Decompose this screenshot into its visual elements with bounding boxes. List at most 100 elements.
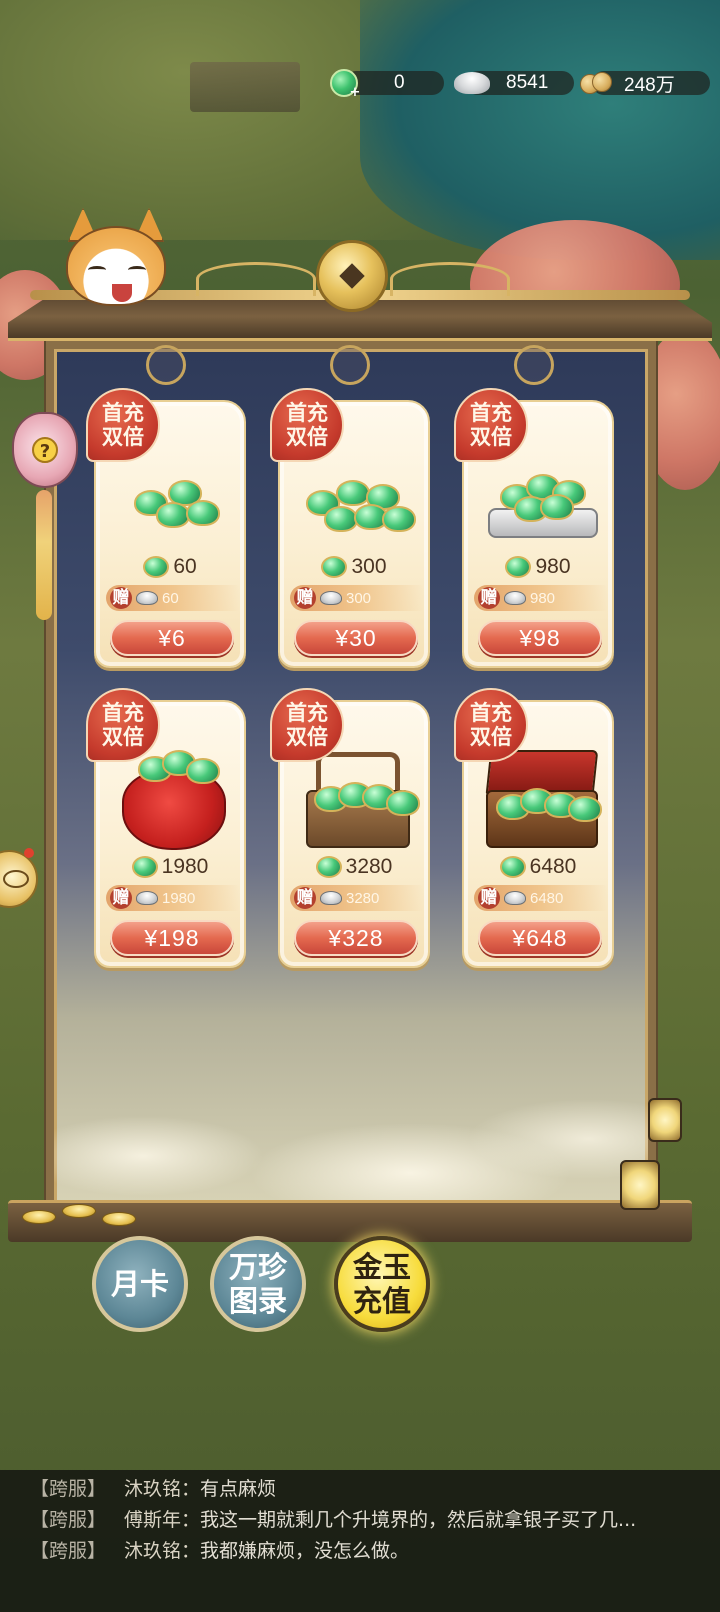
jade-gem-icon xyxy=(321,556,348,578)
lantern-icon xyxy=(620,1160,660,1210)
chat-message: 【跨服】 沐玖铭：有点麻烦 xyxy=(30,1478,277,1500)
silver-ingot-icon xyxy=(504,891,526,905)
bonus-label: 赠 xyxy=(478,887,500,909)
jade-amount: 0 xyxy=(394,72,405,93)
bonus-row: 赠 1980 xyxy=(106,885,240,911)
badge-line-2: 双倍 xyxy=(470,725,512,749)
chat-text: 我这一期就剩几个升境界的，然后就拿银子买了几... xyxy=(200,1509,637,1531)
bonus-label: 赠 xyxy=(294,587,316,609)
bonus-row: 赠 3280 xyxy=(290,885,424,911)
bonus-amount: 980 xyxy=(530,589,556,607)
roof-scroll-ornament xyxy=(390,262,510,296)
tab-jade-recharge-label: 金玉充值 xyxy=(352,1250,411,1318)
first-charge-double-badge: 首充 双倍 xyxy=(86,688,160,762)
price-button[interactable]: ¥6 xyxy=(110,620,234,656)
jade-gem-icon xyxy=(156,502,190,528)
cat-mascot xyxy=(58,208,176,318)
jade-pack-art xyxy=(296,450,416,550)
badge-line-2: 双倍 xyxy=(470,425,512,449)
silver-amount: 8541 xyxy=(506,72,549,93)
chat-sender[interactable]: 沐玖铭 xyxy=(124,1540,181,1562)
card-hanger-ornament xyxy=(330,345,370,385)
jade-amount: 6480 xyxy=(529,855,577,878)
mystery-pouch-button[interactable]: ? xyxy=(12,412,78,488)
bonus-row: 赠 300 xyxy=(290,585,424,611)
chat-message: 【跨服】 沐玖铭：我都嫌麻烦，没怎么做。 xyxy=(30,1540,410,1562)
badge-line-2: 双倍 xyxy=(286,425,328,449)
tab-monthly-card[interactable]: 月卡 xyxy=(92,1236,188,1332)
lantern-icon xyxy=(648,1098,682,1142)
jade-amount: 980 xyxy=(535,555,571,578)
copper-coins-icon xyxy=(580,72,616,94)
chat-bubble-icon[interactable] xyxy=(0,850,38,908)
recharge-card[interactable]: 首充 双倍 60 赠 60 ¥6 xyxy=(86,388,246,668)
roof-scroll-ornament xyxy=(196,262,316,296)
bonus-label: 赠 xyxy=(110,587,132,609)
first-charge-double-badge: 首充 双倍 xyxy=(270,388,344,462)
first-charge-double-badge: 首充 双倍 xyxy=(270,688,344,762)
jade-gem-icon xyxy=(540,494,574,520)
jade-amount-row: 60 xyxy=(96,552,244,582)
coin-currency: 248万 xyxy=(580,66,710,100)
gold-coin-crest-icon xyxy=(316,240,388,312)
jade-currency[interactable]: + 0 xyxy=(330,66,444,100)
tab-jade-recharge[interactable]: 金玉充值 xyxy=(334,1236,430,1332)
recharge-card[interactable]: 首充 双倍 300 赠 300 ¥30 xyxy=(270,388,430,668)
coin-pile-decoration xyxy=(22,1200,152,1226)
bonus-row: 赠 980 xyxy=(474,585,608,611)
silver-currency: 8541 xyxy=(454,66,574,100)
recharge-card[interactable]: 首充 双倍 980 赠 980 ¥98 xyxy=(454,388,614,668)
jade-amount-row: 3280 xyxy=(280,852,428,882)
badge-line-2: 双倍 xyxy=(286,725,328,749)
first-charge-double-badge: 首充 双倍 xyxy=(86,388,160,462)
bonus-amount: 300 xyxy=(346,589,372,607)
chat-text: 我都嫌麻烦，没怎么做。 xyxy=(200,1540,410,1562)
silver-ingot-icon xyxy=(454,72,490,94)
recharge-card[interactable]: 首充 双倍 6480 赠 6480 ¥648 xyxy=(454,688,614,968)
jade-pack-art xyxy=(296,750,420,850)
chat-sender[interactable]: 沐玖铭 xyxy=(124,1478,181,1500)
tab-treasure-catalog[interactable]: 万珍图录 xyxy=(210,1236,306,1332)
price-button[interactable]: ¥30 xyxy=(294,620,418,656)
recharge-card[interactable]: 首充 双倍 1980 赠 1980 ¥198 xyxy=(86,688,246,968)
plus-icon: + xyxy=(349,85,361,100)
chat-channel: 【跨服】 xyxy=(30,1540,107,1562)
badge-line-2: 双倍 xyxy=(102,425,144,449)
price-button[interactable]: ¥198 xyxy=(110,920,234,956)
jade-gem-icon xyxy=(315,856,342,878)
jade-amount-row: 6480 xyxy=(464,852,612,882)
jade-amount: 60 xyxy=(173,555,197,578)
silver-ingot-icon xyxy=(136,591,158,605)
coin-amount: 248万 xyxy=(624,74,675,96)
badge-line-1: 首充 xyxy=(286,701,328,725)
jade-gem-plus-icon[interactable]: + xyxy=(330,69,360,100)
panel-cloud-decoration xyxy=(54,1037,648,1207)
bonus-amount: 60 xyxy=(162,589,179,607)
bonus-amount: 1980 xyxy=(162,889,196,907)
jade-gem-icon xyxy=(336,480,370,506)
price-button[interactable]: ¥648 xyxy=(478,920,602,956)
jade-pack-art xyxy=(480,750,602,850)
price-button[interactable]: ¥328 xyxy=(294,920,418,956)
bonus-amount: 6480 xyxy=(530,889,564,907)
silver-ingot-icon xyxy=(504,591,526,605)
jade-gem-icon xyxy=(186,500,220,526)
pouch-tassel xyxy=(36,490,52,620)
chat-channel: 【跨服】 xyxy=(30,1478,107,1500)
jade-gem-icon xyxy=(499,856,526,878)
jade-gem-icon xyxy=(324,506,358,532)
background-river xyxy=(360,0,720,260)
silver-ingot-icon xyxy=(320,591,342,605)
jade-amount-row: 1980 xyxy=(96,852,244,882)
jade-gem-icon xyxy=(186,758,220,784)
card-hanger-ornament xyxy=(146,345,186,385)
recharge-card[interactable]: 首充 双倍 3280 赠 3280 ¥328 xyxy=(270,688,430,968)
chat-feed[interactable]: 【跨服】 沐玖铭：有点麻烦 【跨服】 傅斯年：我这一期就剩几个升境界的，然后就拿银子… xyxy=(0,1470,720,1612)
bonus-row: 赠 6480 xyxy=(474,885,608,911)
badge-line-1: 首充 xyxy=(102,401,144,425)
tab-monthly-card-label: 月卡 xyxy=(110,1267,169,1301)
price-button[interactable]: ¥98 xyxy=(478,620,602,656)
bonus-amount: 3280 xyxy=(346,889,380,907)
badge-line-2: 双倍 xyxy=(102,725,144,749)
chat-sender[interactable]: 傅斯年 xyxy=(124,1509,181,1531)
